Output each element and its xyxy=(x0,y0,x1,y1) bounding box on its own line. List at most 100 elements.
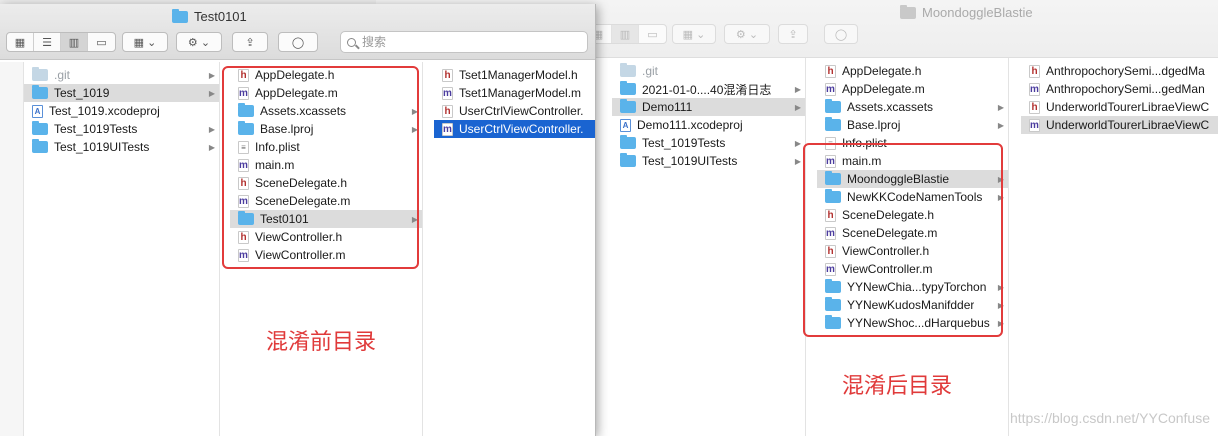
gallery-view-icon[interactable]: ▭ xyxy=(88,33,115,51)
annotation-after: 混淆后目录 xyxy=(842,374,953,399)
file-row[interactable]: Assets.xcassets ▶ xyxy=(817,98,1008,116)
file-name: UserCtrlViewController. xyxy=(459,104,584,118)
view-mode-control[interactable]: ▦ ☰ ▥ ▭ xyxy=(6,32,116,52)
folder-icon xyxy=(620,135,636,149)
column-view-icon[interactable]: ▥ xyxy=(61,33,88,51)
folder-icon xyxy=(620,63,636,77)
sidebar-stub xyxy=(0,62,24,436)
disclosure-arrow-icon: ▶ xyxy=(794,138,801,148)
search-icon xyxy=(347,37,356,47)
file-row[interactable]: m UserCtrlViewController. xyxy=(434,120,595,138)
disclosure-arrow-icon: ▶ xyxy=(997,102,1004,112)
file-name: Assets.xcassets xyxy=(847,100,934,114)
disclosure-arrow-icon: ▶ xyxy=(794,102,801,112)
action-button[interactable]: ⚙ ⌄ xyxy=(176,32,222,52)
file-row[interactable]: m Tset1ManagerModel.m xyxy=(434,84,595,102)
file-name: Demo111.xcodeproj xyxy=(637,118,743,132)
folder-icon xyxy=(620,99,636,113)
file-name: Test_1019Tests xyxy=(642,136,726,150)
disclosure-arrow-icon: ▶ xyxy=(208,70,215,80)
share-button[interactable]: ⇪ xyxy=(778,24,808,44)
file-row[interactable]: .git xyxy=(612,62,805,80)
group-button[interactable]: ▦ ⌄ xyxy=(672,24,716,44)
folder-icon xyxy=(620,81,636,95)
folder-icon xyxy=(900,4,916,19)
file-name: AppDelegate.m xyxy=(842,82,925,96)
folder-icon xyxy=(825,117,841,131)
file-name: Tset1ManagerModel.m xyxy=(459,86,582,100)
file-name: Test_1019UITests xyxy=(642,154,738,168)
window-title: MoondoggleBlastie xyxy=(900,4,1033,20)
file-row[interactable]: A Demo111.xcodeproj xyxy=(612,116,805,134)
file-name: Test_1019 xyxy=(54,86,110,100)
file-row[interactable]: Test_1019Tests ▶ xyxy=(612,134,805,152)
list-view-icon[interactable]: ☰ xyxy=(34,33,61,51)
objc-file-icon: m xyxy=(442,122,453,136)
column-view-icon[interactable]: ▥ xyxy=(612,25,639,43)
disclosure-arrow-icon: ▶ xyxy=(208,88,215,98)
file-row[interactable]: h Tset1ManagerModel.h xyxy=(434,66,595,84)
titlebar: Test0101 ▦ ☰ ▥ ▭ ▦ ⌄ ⚙ ⌄ ⇪ ◯ xyxy=(0,4,595,60)
header-file-icon: h xyxy=(442,68,453,82)
file-row[interactable]: .git ▶ xyxy=(24,66,219,84)
file-row[interactable]: Test_1019 ▶ xyxy=(24,84,219,102)
file-row[interactable]: h UnderworldTourerLibraeViewC xyxy=(1021,98,1218,116)
objc-file-icon: m xyxy=(1029,118,1040,132)
header-file-icon: h xyxy=(442,104,453,118)
file-row[interactable]: Test_1019UITests ▶ xyxy=(612,152,805,170)
search-field[interactable] xyxy=(340,31,588,53)
disclosure-arrow-icon: ▶ xyxy=(208,142,215,152)
file-row[interactable]: m AnthropochorySemi...gedMan xyxy=(1021,80,1218,98)
file-row[interactable]: 2021-01-0....40混淆日志 ▶ xyxy=(612,80,805,98)
folder-icon xyxy=(32,85,48,99)
file-row[interactable]: h UserCtrlViewController. xyxy=(434,102,595,120)
disclosure-arrow-icon: ▶ xyxy=(208,124,215,134)
folder-icon xyxy=(32,139,48,153)
disclosure-arrow-icon: ▶ xyxy=(997,120,1004,130)
folder-icon xyxy=(620,153,636,167)
xcodeproj-icon: A xyxy=(32,104,43,118)
file-row[interactable]: m AppDelegate.m xyxy=(817,80,1008,98)
column-root: .git 2021-01-0....40混淆日志 ▶ Demo111 ▶ A Demo111… xyxy=(612,58,806,436)
file-row[interactable]: h AnthropochorySemi...dgedMa xyxy=(1021,62,1218,80)
file-row[interactable]: Test_1019UITests ▶ xyxy=(24,138,219,156)
file-name: Demo111 xyxy=(642,100,693,114)
folder-icon xyxy=(32,121,48,135)
share-button[interactable]: ⇪ xyxy=(232,32,268,52)
file-row[interactable]: m UnderworldTourerLibraeViewC xyxy=(1021,116,1218,134)
file-name: UserCtrlViewController. xyxy=(459,122,584,136)
file-name: AppDelegate.h xyxy=(842,64,922,78)
folder-icon xyxy=(32,67,48,81)
file-name: Test_1019Tests xyxy=(54,122,138,136)
xcodeproj-icon: A xyxy=(620,118,631,132)
column-moondoggle: h AnthropochorySemi...dgedMa m Anthropochor… xyxy=(1021,58,1218,436)
search-input[interactable] xyxy=(360,34,560,50)
file-row[interactable]: Demo111 ▶ xyxy=(612,98,805,116)
window-title: Test0101 xyxy=(172,8,247,24)
file-row[interactable]: Test_1019Tests ▶ xyxy=(24,120,219,138)
disclosure-arrow-icon: ▶ xyxy=(794,84,801,94)
file-row[interactable]: Base.lproj ▶ xyxy=(817,116,1008,134)
annotation-before: 混淆前目录 xyxy=(266,330,377,355)
file-name: Base.lproj xyxy=(847,118,901,132)
file-name: UnderworldTourerLibraeViewC xyxy=(1046,118,1210,132)
gallery-view-icon[interactable]: ▭ xyxy=(639,25,666,43)
header-file-icon: h xyxy=(1029,64,1040,78)
objc-file-icon: m xyxy=(825,82,836,96)
tag-button[interactable]: ◯ xyxy=(278,32,318,52)
header-file-icon: h xyxy=(1029,100,1040,114)
folder-icon xyxy=(825,99,841,113)
group-button[interactable]: ▦ ⌄ xyxy=(122,32,168,52)
objc-file-icon: m xyxy=(442,86,453,100)
tag-button[interactable]: ◯ xyxy=(824,24,858,44)
file-row[interactable]: h AppDelegate.h xyxy=(817,62,1008,80)
watermark: https://blog.csdn.net/YYConfuse xyxy=(1009,410,1210,426)
icon-view-icon[interactable]: ▦ xyxy=(7,33,34,51)
file-row[interactable]: A Test_1019.xcodeproj xyxy=(24,102,219,120)
action-button[interactable]: ⚙ ⌄ xyxy=(724,24,770,44)
file-name: Tset1ManagerModel.h xyxy=(459,68,578,82)
folder-icon xyxy=(172,8,188,23)
window-title-text: MoondoggleBlastie xyxy=(922,5,1033,20)
view-mode-control[interactable]: ▦ ▥ ▭ xyxy=(584,24,667,44)
file-name: .git xyxy=(642,64,659,78)
